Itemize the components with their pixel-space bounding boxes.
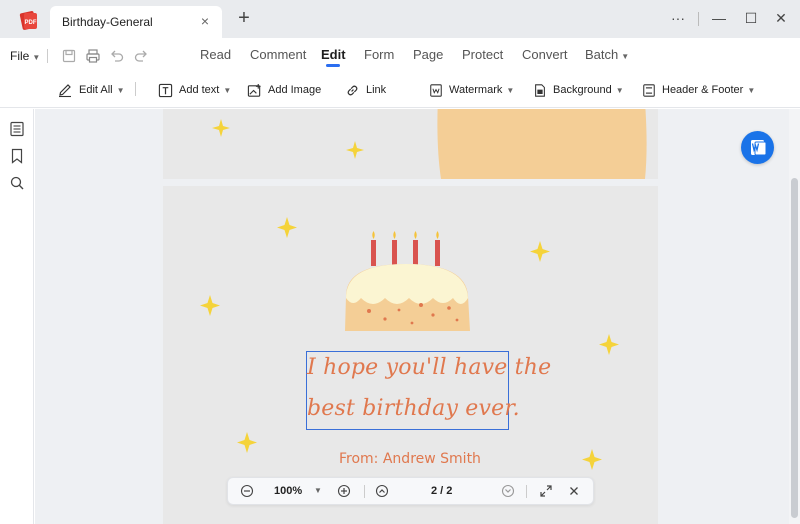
add-text-label: Add text: [179, 84, 220, 96]
file-menu[interactable]: File ▼: [10, 49, 40, 63]
zoom-level[interactable]: 100%: [274, 485, 302, 497]
chevron-down-icon: ▼: [32, 53, 41, 62]
chevron-down-icon[interactable]: ▼: [314, 486, 322, 495]
tab-title: Birthday-General: [62, 15, 153, 29]
close-tab-icon[interactable]: ×: [198, 13, 212, 29]
watermark-button[interactable]: Watermark ▼: [429, 81, 514, 99]
menu-bar: File ▼ Read Comment Edit Form Page Protec…: [0, 38, 800, 72]
header-footer-button[interactable]: Header & Footer ▼: [642, 81, 755, 99]
word-icon: [751, 140, 767, 156]
close-zoom-bar-icon[interactable]: [567, 484, 581, 498]
more-options-icon[interactable]: ···: [668, 9, 688, 29]
new-tab-button[interactable]: +: [234, 8, 254, 29]
redo-icon[interactable]: [133, 48, 149, 64]
header-footer-label: Header & Footer: [662, 84, 744, 96]
pencil-icon: [59, 84, 71, 98]
watermark-label: Watermark: [449, 84, 503, 96]
tab-convert[interactable]: Convert: [522, 47, 568, 62]
zoom-divider: [526, 485, 527, 498]
page-1: [163, 109, 658, 179]
add-text-button[interactable]: Add text ▼: [158, 81, 231, 99]
candles-illustration: [371, 231, 440, 266]
greeting-line-2: best birthday ever.: [307, 396, 520, 421]
chevron-down-icon: ▼: [506, 85, 515, 95]
svg-text:PDF: PDF: [25, 20, 37, 26]
background-label: Background: [553, 84, 612, 96]
tab-protect[interactable]: Protect: [462, 47, 503, 62]
link-label: Link: [366, 84, 387, 96]
print-icon[interactable]: [85, 48, 101, 64]
search-icon[interactable]: [9, 175, 25, 191]
add-text-icon: [158, 83, 173, 97]
title-bar: PDF Birthday-General × + ··· — ☐ ✕: [0, 0, 800, 38]
maximize-button[interactable]: ☐: [741, 9, 761, 29]
chevron-down-icon: ▼: [615, 85, 624, 95]
tab-edit[interactable]: Edit: [321, 47, 346, 62]
tab-read[interactable]: Read: [200, 47, 231, 62]
page-1-artwork: [212, 109, 647, 179]
convert-to-word-button[interactable]: [741, 131, 774, 164]
window-controls-divider: [698, 12, 699, 26]
tab-batch-label: Batch: [585, 47, 619, 62]
greeting-text-box[interactable]: I hope you'll have the best birthday eve…: [306, 351, 552, 430]
from-signature-text[interactable]: From: Andrew Smith: [339, 451, 481, 467]
file-menu-label: File: [10, 49, 30, 63]
image-icon: [247, 83, 261, 97]
chevron-down-icon: ▼: [747, 85, 756, 95]
watermark-icon: [430, 83, 442, 97]
tab-page[interactable]: Page: [413, 47, 443, 62]
fit-page-icon[interactable]: [539, 484, 553, 498]
sparkle-icon: [212, 119, 364, 159]
chevron-down-icon: ▼: [621, 52, 630, 61]
zoom-out-icon[interactable]: [240, 484, 254, 498]
background-button[interactable]: Background ▼: [533, 81, 624, 99]
add-image-label: Add Image: [268, 84, 322, 96]
header-footer-icon: [643, 83, 655, 97]
tab-form[interactable]: Form: [364, 47, 394, 62]
quick-access-divider: [47, 49, 48, 63]
chevron-down-icon: ▼: [116, 85, 125, 95]
left-sidebar: [0, 109, 34, 524]
app-logo-icon: PDF: [19, 11, 37, 30]
undo-icon[interactable]: [109, 48, 125, 64]
link-icon: [347, 85, 358, 95]
chevron-down-icon: ▼: [223, 85, 232, 95]
previous-page-icon[interactable]: [375, 484, 389, 498]
minimize-button[interactable]: —: [709, 9, 729, 29]
next-page-icon[interactable]: [501, 484, 515, 498]
zoom-divider: [364, 485, 365, 498]
link-button[interactable]: Link: [345, 81, 386, 99]
close-window-button[interactable]: ✕: [771, 9, 791, 29]
edit-toolbar: Edit All ▼ Add text ▼ Add Image Link Water…: [0, 72, 800, 108]
tab-batch[interactable]: Batch ▼: [585, 47, 629, 62]
birthday-cake-illustration: [345, 264, 470, 331]
add-image-button[interactable]: Add Image: [247, 81, 321, 99]
document-tab[interactable]: Birthday-General ×: [50, 6, 222, 38]
greeting-line-1: I hope you'll have the: [307, 355, 552, 380]
background-icon: [535, 83, 545, 97]
tab-comment[interactable]: Comment: [250, 47, 306, 62]
zoom-in-icon[interactable]: [337, 484, 351, 498]
scrollbar-thumb[interactable]: [791, 178, 798, 518]
edit-all-button[interactable]: Edit All ▼: [57, 81, 125, 99]
active-tab-indicator: [326, 64, 340, 67]
save-icon[interactable]: [61, 48, 77, 64]
thumbnails-icon[interactable]: [9, 121, 25, 137]
sparkle-icon: [200, 217, 619, 470]
zoom-toolbar: 100% ▼ 2 / 2: [227, 477, 594, 505]
bookmark-icon[interactable]: [9, 148, 25, 164]
cake-illustration: [437, 109, 647, 179]
toolbar-divider: [135, 82, 136, 96]
edit-all-label: Edit All: [79, 84, 113, 96]
page-indicator[interactable]: 2 / 2: [431, 485, 452, 497]
